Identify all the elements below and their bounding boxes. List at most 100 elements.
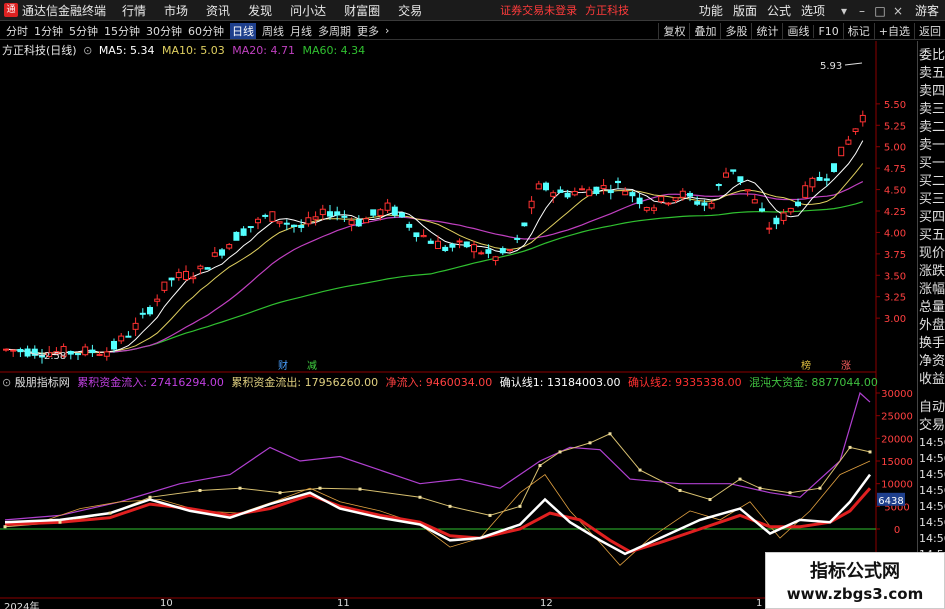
adjust-button[interactable]: 复权 <box>658 23 689 39</box>
menu-item-trade[interactable]: 交易 <box>398 2 422 19</box>
side-panel-item[interactable]: 卖四 <box>918 83 945 101</box>
candle-body <box>341 215 348 218</box>
indicator-value: 确认线2: 9335338.00 <box>627 376 742 389</box>
period-timeshare[interactable]: 分时 <box>6 23 28 39</box>
menu-item-layout[interactable]: 版面 <box>733 2 757 19</box>
outflow-point <box>708 498 712 502</box>
event-marker: 减 <box>307 360 317 372</box>
period-15min[interactable]: 15分钟 <box>104 23 140 39</box>
side-panel-item[interactable]: 买五 <box>918 227 945 245</box>
indicator-settings-icon[interactable]: ⊙ <box>2 376 11 389</box>
close-icon[interactable]: × <box>889 4 907 18</box>
outflow-point <box>738 477 742 481</box>
side-panel-item[interactable]: 卖五 <box>918 65 945 83</box>
draw-line-button[interactable]: 画线 <box>782 23 813 39</box>
price-tick-label: 3.00 <box>884 314 906 325</box>
chart-area[interactable]: 5.93 2.58 5.50 5.25 5.00 4.75 4.50 4.25 4.00 3.7… <box>0 41 917 609</box>
more-chevron-icon[interactable]: › <box>385 24 389 37</box>
side-panel-item[interactable]: 涨幅 <box>918 281 945 299</box>
side-panel-item[interactable]: 委比 <box>918 47 945 65</box>
period-weekly[interactable]: 周线 <box>262 23 284 39</box>
side-panel-item[interactable]: 卖三 <box>918 101 945 119</box>
price-header: 方正科技(日线) ⊙ MA5: 5.34 MA10: 5.03 MA20: 4.… <box>2 42 365 58</box>
add-watchlist-button[interactable]: +自选 <box>873 23 914 39</box>
menu-item-quotes[interactable]: 行情 <box>122 2 146 19</box>
candle-body <box>694 201 701 205</box>
candle-body <box>852 128 859 133</box>
side-panel-item[interactable]: 买二 <box>918 173 945 191</box>
menu-item-ask[interactable]: 问小达 <box>290 2 326 19</box>
side-panel-item[interactable]: 14:56 <box>918 499 945 515</box>
period-more[interactable]: 更多 <box>357 23 379 39</box>
multi-stock-button[interactable]: 多股 <box>720 23 751 39</box>
candle-body <box>291 224 297 228</box>
side-panel-item[interactable]: 涨跌 <box>918 263 945 281</box>
f10-button[interactable]: F10 <box>813 24 842 38</box>
candle-body <box>355 219 362 227</box>
candle-body <box>17 349 24 353</box>
candle-body <box>190 276 197 280</box>
side-panel-item[interactable]: 总量 <box>918 299 945 317</box>
menu-item-function[interactable]: 功能 <box>699 2 723 19</box>
menu-item-formula[interactable]: 公式 <box>767 2 791 19</box>
outflow-point <box>788 491 792 495</box>
menu-item-news[interactable]: 资讯 <box>206 2 230 19</box>
period-daily[interactable]: 日线 <box>230 22 256 39</box>
chart-grid <box>0 41 877 609</box>
side-panel-item[interactable]: 14:56 <box>918 515 945 531</box>
side-panel-item[interactable]: 买四 <box>918 209 945 227</box>
side-panel-item[interactable]: 买一 <box>918 155 945 173</box>
overlay-button[interactable]: 叠加 <box>689 23 720 39</box>
side-panel-item[interactable]: 卖一 <box>918 137 945 155</box>
menu-item-fortune[interactable]: 财富圈 <box>344 2 380 19</box>
period-monthly[interactable]: 月线 <box>290 23 312 39</box>
side-panel-item[interactable]: 14:56 <box>918 435 945 451</box>
minimize-icon[interactable]: – <box>853 4 871 18</box>
period-multi[interactable]: 多周期 <box>318 23 351 39</box>
outflow-point <box>148 495 152 499</box>
side-panel-item[interactable]: 买三 <box>918 191 945 209</box>
login-notice[interactable]: 证券交易未登录 <box>500 2 577 18</box>
side-panel-item[interactable]: 自动 <box>918 399 945 417</box>
candle-body <box>658 196 665 203</box>
guest-label[interactable]: 游客 <box>915 2 939 19</box>
period-5min[interactable]: 5分钟 <box>69 23 98 39</box>
side-panel-item[interactable]: 14:56 <box>918 483 945 499</box>
menu-dropdown-icon[interactable]: ▾ <box>835 4 853 18</box>
candle-body <box>751 199 758 204</box>
candle-body <box>780 212 787 221</box>
candle-body <box>478 252 485 255</box>
menu-item-market[interactable]: 市场 <box>164 2 188 19</box>
outflow-point <box>58 520 62 524</box>
candle-body <box>615 180 621 184</box>
side-panel-item[interactable]: 收益 <box>918 371 945 389</box>
side-panel-item[interactable]: 交易 <box>918 417 945 435</box>
side-panel-item[interactable]: 净资 <box>918 353 945 371</box>
candle-body <box>226 244 233 249</box>
period-30min[interactable]: 30分钟 <box>146 23 182 39</box>
side-panel-item[interactable]: 14:56 <box>918 531 945 547</box>
side-panel-item[interactable]: 换手 <box>918 335 945 353</box>
candle-body <box>262 214 269 217</box>
side-panel-item[interactable]: 卖二 <box>918 119 945 137</box>
side-panel-item[interactable]: 外盘 <box>918 317 945 335</box>
menu-item-options[interactable]: 选项 <box>801 2 825 19</box>
candle-body <box>219 249 225 256</box>
price-tick-label: 3.75 <box>884 250 906 261</box>
candle-body <box>399 212 405 218</box>
menu-item-discover[interactable]: 发现 <box>248 2 272 19</box>
settings-dot-icon[interactable]: ⊙ <box>83 44 92 57</box>
stats-button[interactable]: 统计 <box>751 23 782 39</box>
mark-button[interactable]: 标记 <box>842 23 874 39</box>
candle-body <box>629 192 636 197</box>
price-axis: 5.50 5.25 5.00 4.75 4.50 4.25 4.00 3.75 3.50 3.25… <box>876 100 906 325</box>
candle-body <box>24 348 31 357</box>
side-panel-item[interactable]: 14:56 <box>918 451 945 467</box>
back-button[interactable]: 返回 <box>914 23 945 39</box>
maximize-icon[interactable]: □ <box>871 4 889 18</box>
period-1min[interactable]: 1分钟 <box>34 23 63 39</box>
side-panel-item[interactable]: 现价 <box>918 245 945 263</box>
date-label: 2024年 <box>4 602 40 609</box>
period-60min[interactable]: 60分钟 <box>188 23 224 39</box>
side-panel-item[interactable]: 14:56 <box>918 467 945 483</box>
